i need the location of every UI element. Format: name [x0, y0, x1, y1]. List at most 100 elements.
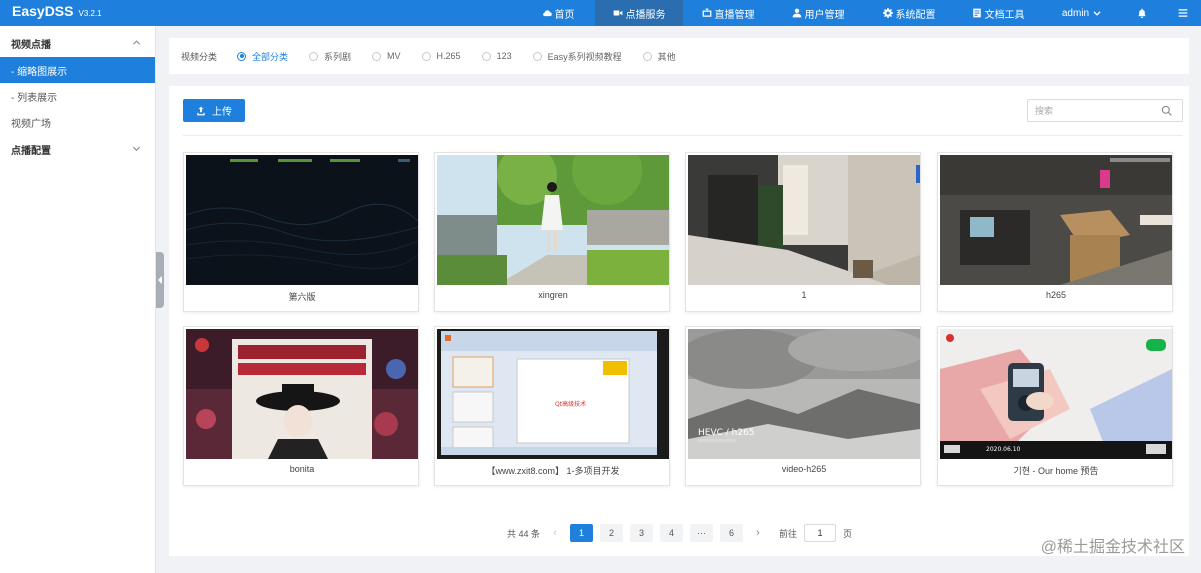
- pagination: 共 44 条 ‹ 1 2 3 4 ··· 6 › 前往 页: [507, 524, 852, 542]
- nav-vod[interactable]: 点播服务: [595, 0, 683, 26]
- search-box: [1027, 99, 1183, 122]
- video-card[interactable]: HEVC / h265 video-h265: [685, 326, 921, 486]
- video-card[interactable]: h265: [937, 152, 1173, 312]
- sidebar-item-label: - 缩略图展示: [11, 66, 68, 78]
- video-thumbnail[interactable]: [437, 155, 669, 285]
- radio-icon: [642, 51, 652, 61]
- video-thumbnail[interactable]: Qt高级技术: [437, 329, 669, 459]
- video-thumbnail[interactable]: [186, 155, 418, 285]
- filter-option-series[interactable]: 系列剧: [309, 50, 351, 63]
- chevron-down-icon: [132, 146, 141, 152]
- filter-option-label: 系列剧: [324, 51, 352, 62]
- nav-docs[interactable]: 文档工具: [966, 0, 1030, 26]
- chevron-up-icon: [132, 40, 141, 45]
- arrow-left-icon: [158, 276, 162, 284]
- next-page-button[interactable]: ›: [750, 524, 766, 542]
- video-title: 【www.zxit8.com】 1-多项目开发: [486, 466, 620, 476]
- tv-icon: [702, 8, 712, 18]
- filter-option-h265[interactable]: H.265: [421, 51, 461, 61]
- pagination-total: 共 44 条: [507, 528, 541, 539]
- nav-home[interactable]: 首页: [528, 0, 588, 26]
- page-button-6[interactable]: 6: [720, 524, 744, 542]
- app-name: EasyDSS: [12, 3, 74, 19]
- filter-option-easy-tutorial[interactable]: Easy系列视频教程: [532, 50, 622, 63]
- sidebar-collapse-handle[interactable]: [156, 252, 164, 308]
- search-input[interactable]: [1028, 100, 1158, 121]
- nav-vod-label: 点播服务: [625, 9, 666, 21]
- page-ellipsis-button[interactable]: ···: [690, 524, 714, 542]
- radio-icon: [309, 51, 319, 61]
- radio-icon: [421, 51, 431, 61]
- video-card[interactable]: 第六版: [183, 152, 419, 312]
- video-title: 기현 - Our home 预告: [1013, 466, 1099, 476]
- radio-checked-icon: [237, 51, 247, 61]
- goto-prefix: 前往: [779, 528, 798, 539]
- page-button-2[interactable]: 2: [600, 524, 624, 542]
- filter-label: 视频分类: [181, 51, 218, 62]
- thumbnail-date-text: 2020.06.10: [986, 446, 1021, 453]
- page-button-4[interactable]: 4: [660, 524, 684, 542]
- filter-option-other[interactable]: 其他: [642, 50, 676, 63]
- filter-option-mv[interactable]: MV: [372, 51, 401, 61]
- video-thumbnail[interactable]: HEVC / h265: [688, 329, 920, 459]
- notification-button[interactable]: [1130, 0, 1154, 26]
- video-thumbnail[interactable]: [940, 155, 1172, 285]
- nav-users[interactable]: 用户管理: [786, 0, 850, 26]
- thumbnail-overlay-text: HEVC / h265: [698, 428, 755, 438]
- search-icon[interactable]: [1161, 105, 1172, 116]
- page-button-1[interactable]: 1: [570, 524, 594, 542]
- upload-button-label: 上传: [212, 107, 232, 118]
- nav-home-label: 首页: [554, 9, 575, 21]
- sidebar-item-list-view[interactable]: - 列表展示: [0, 83, 155, 109]
- nav-live[interactable]: 直播管理: [696, 0, 760, 26]
- top-navbar: EasyDSS V3.2.1 首页 点播服务 直播管理 用户管理 系统配置 文档…: [0, 0, 1201, 26]
- video-card[interactable]: Qt高级技术 【www.zxit8.com】 1-多项目开发: [434, 326, 670, 486]
- upload-button[interactable]: 上传: [183, 99, 245, 122]
- video-thumbnail[interactable]: 2020.06.10: [940, 329, 1172, 459]
- sidebar-item-thumbnail-view[interactable]: - 缩略图展示: [0, 57, 155, 83]
- chevron-down-icon: [1092, 8, 1102, 18]
- filter-option-label: 全部分类: [252, 51, 289, 62]
- video-title: h265: [1045, 290, 1067, 300]
- sidebar-group-vod[interactable]: 视频点播: [0, 29, 155, 57]
- video-thumbnail[interactable]: [186, 329, 418, 459]
- chevron-right-icon: ›: [756, 527, 760, 539]
- nav-settings-label: 系统配置: [895, 9, 936, 21]
- sidebar-group-vod-config[interactable]: 点播配置: [0, 135, 155, 163]
- radio-icon: [481, 51, 491, 61]
- video-card[interactable]: xingren: [434, 152, 670, 312]
- filter-option-label: 其他: [657, 51, 676, 62]
- video-title: 第六版: [288, 292, 316, 302]
- video-thumbnail[interactable]: [688, 155, 920, 285]
- filter-option-label: 123: [496, 51, 512, 61]
- filter-option-all[interactable]: 全部分类: [237, 50, 288, 63]
- sidebar-item-label: 视频广场: [11, 118, 51, 130]
- chevron-left-icon: ‹: [553, 527, 557, 539]
- nav-live-label: 直播管理: [714, 9, 755, 21]
- nav-users-label: 用户管理: [804, 9, 845, 21]
- radio-icon: [372, 51, 382, 61]
- video-camera-icon: [613, 8, 623, 18]
- watermark: @稀土掘金技术社区: [1040, 539, 1185, 556]
- video-title: video-h265: [781, 464, 827, 474]
- slide-text: Qt高级技术: [555, 400, 586, 408]
- gear-icon: [882, 8, 893, 18]
- nav-settings[interactable]: 系统配置: [876, 0, 942, 26]
- video-card[interactable]: 2020.06.10 기현 - Our home 预告: [937, 326, 1173, 486]
- video-card[interactable]: bonita: [183, 326, 419, 486]
- document-icon: [972, 8, 982, 18]
- user-menu[interactable]: admin: [1056, 0, 1108, 26]
- goto-page-input[interactable]: [804, 524, 837, 542]
- filter-option-123[interactable]: 123: [481, 51, 512, 61]
- nav-docs-label: 文档工具: [984, 9, 1025, 21]
- app-version: V3.2.1: [78, 9, 102, 18]
- brand[interactable]: EasyDSS V3.2.1: [12, 3, 102, 23]
- prev-page-button[interactable]: ‹: [547, 524, 563, 542]
- bell-icon: [1137, 8, 1147, 18]
- menu-button[interactable]: [1171, 0, 1195, 26]
- filter-option-label: MV: [387, 51, 401, 61]
- sidebar-item-video-square[interactable]: 视频广场: [0, 109, 155, 135]
- page-button-3[interactable]: 3: [630, 524, 654, 542]
- radio-icon: [532, 51, 542, 61]
- video-card[interactable]: 1: [685, 152, 921, 312]
